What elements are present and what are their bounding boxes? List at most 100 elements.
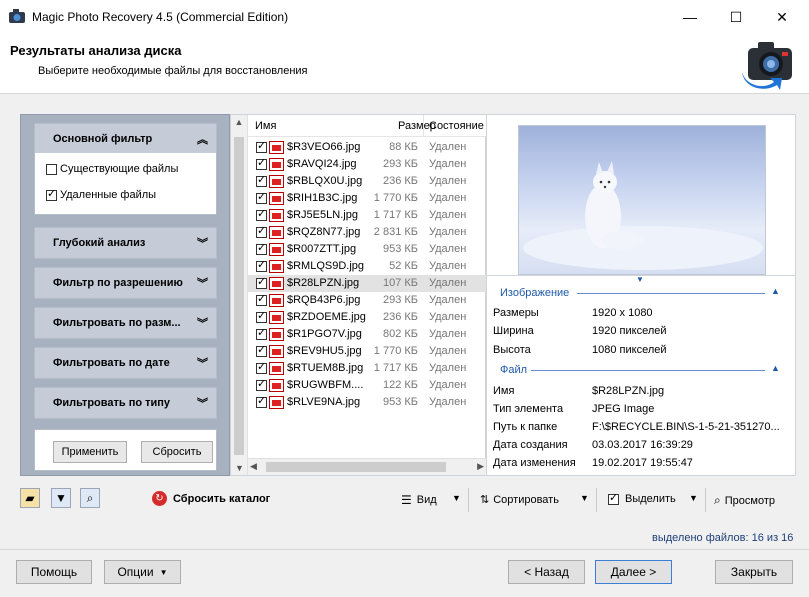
deleted-files-option[interactable]: Удаленные файлы <box>46 188 157 201</box>
existing-files-checkbox[interactable] <box>46 163 57 175</box>
file-size: 953 КБ <box>382 396 418 408</box>
prop-value: 1080 пикселей <box>592 344 667 356</box>
options-label: Опции <box>117 565 154 579</box>
filter-actions: Применить Сбросить <box>34 429 217 471</box>
scroll-down-icon[interactable]: ▼ <box>231 463 248 473</box>
prop-name: Путь к папке <box>493 421 558 433</box>
scroll-right-icon[interactable]: ▶ <box>477 461 484 472</box>
select-label: Выделить <box>625 493 676 505</box>
file-row[interactable]: $RJ5E5LN.jpg 1 717 КБ Удален <box>248 207 486 224</box>
filter-icon[interactable]: ▼ <box>51 488 71 508</box>
file-name: $RMLQS9D.jpg <box>287 260 365 272</box>
reset-filter-button[interactable]: Сбросить <box>141 441 213 463</box>
collapse-up-icon[interactable]: ▲ <box>771 363 780 373</box>
scrollbar-thumb[interactable] <box>266 462 446 472</box>
file-size: 953 КБ <box>382 243 418 255</box>
file-row[interactable]: $RLVE9NA.jpg 953 КБ Удален <box>248 394 486 411</box>
file-checkbox[interactable] <box>256 378 267 391</box>
file-row[interactable]: $RBLQX0U.jpg 236 КБ Удален <box>248 173 486 190</box>
filter-group-deep-analysis[interactable]: Глубокий анализ ︾ <box>34 227 217 259</box>
file-checkbox[interactable] <box>256 293 267 306</box>
options-button[interactable]: Опции ▼ <box>104 560 181 584</box>
file-row[interactable]: $RZDOEME.jpg 236 КБ Удален <box>248 309 486 326</box>
deleted-files-label: Удаленные файлы <box>60 189 157 201</box>
vertical-scrollbar[interactable]: ▲ ▼ <box>231 115 248 475</box>
file-checkbox[interactable] <box>256 276 267 289</box>
camera-app-icon <box>9 9 25 23</box>
file-checkbox[interactable] <box>256 208 267 221</box>
file-checkbox[interactable] <box>256 242 267 255</box>
file-name: $RJ5E5LN.jpg <box>287 209 358 221</box>
view-dropdown-arrow-icon[interactable]: ▼ <box>452 493 461 503</box>
file-row[interactable]: $R1PGO7V.jpg 802 КБ Удален <box>248 326 486 343</box>
scrollbar-thumb[interactable] <box>234 137 244 455</box>
file-size: 236 КБ <box>382 311 418 323</box>
close-button[interactable]: Закрыть <box>715 560 793 584</box>
filter-group-size[interactable]: Фильтровать по разм... ︾ <box>34 307 217 339</box>
file-checkbox[interactable] <box>256 225 267 238</box>
scroll-left-icon[interactable]: ◀ <box>250 461 257 472</box>
splitter-arrow-icon[interactable]: ▼ <box>636 275 644 284</box>
file-row[interactable]: $RIH1B3C.jpg 1 770 КБ Удален <box>248 190 486 207</box>
arctic-fox-image <box>523 161 763 270</box>
file-row[interactable]: $R28LPZN.jpg 107 КБ Удален <box>248 275 486 292</box>
maximize-button[interactable]: ☐ <box>713 0 759 34</box>
select-button[interactable]: Выделить <box>608 492 676 505</box>
file-checkbox[interactable] <box>256 140 267 153</box>
file-checkbox[interactable] <box>256 344 267 357</box>
back-button[interactable]: < Назад <box>508 560 585 584</box>
file-row[interactable]: $RUGWBFM.... 122 КБ Удален <box>248 377 486 394</box>
sort-dropdown-arrow-icon[interactable]: ▼ <box>580 493 589 503</box>
deleted-files-checkbox[interactable] <box>46 188 57 201</box>
scroll-up-icon[interactable]: ▲ <box>231 117 247 127</box>
file-state: Удален <box>429 277 467 289</box>
file-row[interactable]: $RAVQI24.jpg 293 КБ Удален <box>248 156 486 173</box>
file-row[interactable]: $R007ZTT.jpg 953 КБ Удален <box>248 241 486 258</box>
view-button[interactable]: ☰ Вид <box>401 493 437 507</box>
next-button[interactable]: Далее > <box>595 560 672 584</box>
file-checkbox[interactable] <box>256 310 267 323</box>
collapse-up-icon[interactable]: ▲ <box>771 286 780 296</box>
file-size: 122 КБ <box>382 379 418 391</box>
filter-group-resolution[interactable]: Фильтр по разрешению ︾ <box>34 267 217 299</box>
filter-group-type[interactable]: Фильтровать по типу ︾ <box>34 387 217 419</box>
file-checkbox[interactable] <box>256 327 267 340</box>
folder-icon[interactable]: ▰ <box>20 488 40 508</box>
column-state-header[interactable]: Состояние <box>429 120 484 132</box>
file-row[interactable]: $RQB43P6.jpg 293 КБ Удален <box>248 292 486 309</box>
sort-button[interactable]: ⇅ Сортировать <box>480 493 559 507</box>
prop-name: Высота <box>493 344 531 356</box>
minimize-button[interactable]: — <box>667 0 713 34</box>
deleted-image-icon <box>269 379 284 392</box>
existing-files-option[interactable]: Существующие файлы <box>46 163 178 175</box>
select-dropdown-arrow-icon[interactable]: ▼ <box>689 493 698 503</box>
file-size: 2 831 КБ <box>373 226 418 238</box>
help-button[interactable]: Помощь <box>16 560 92 584</box>
file-checkbox[interactable] <box>256 157 267 170</box>
file-row[interactable]: $RMLQS9D.jpg 52 КБ Удален <box>248 258 486 275</box>
file-row[interactable]: $R3VEO66.jpg 88 КБ Удален <box>248 139 486 156</box>
file-state: Удален <box>429 294 467 306</box>
column-name-header[interactable]: Имя <box>255 120 276 132</box>
file-checkbox[interactable] <box>256 395 267 408</box>
file-checkbox[interactable] <box>256 259 267 272</box>
splitter[interactable] <box>487 275 795 276</box>
filter-group-date[interactable]: Фильтровать по дате ︾ <box>34 347 217 379</box>
file-state: Удален <box>429 141 467 153</box>
file-checkbox[interactable] <box>256 361 267 374</box>
deleted-image-icon <box>269 141 284 154</box>
file-row[interactable]: $REV9HU5.jpg 1 770 КБ Удален <box>248 343 486 360</box>
apply-filter-button[interactable]: Применить <box>53 441 127 463</box>
file-row[interactable]: $RTUEM8B.jpg 1 717 КБ Удален <box>248 360 486 377</box>
close-window-button[interactable]: ✕ <box>759 0 805 34</box>
main-filter-header[interactable]: Основной фильтр ︽ <box>34 123 217 155</box>
horizontal-scrollbar[interactable]: ◀ ▶ <box>248 458 486 475</box>
reset-catalog-button[interactable]: ↻ Сбросить каталог <box>152 491 270 506</box>
file-checkbox[interactable] <box>256 174 267 187</box>
file-checkbox[interactable] <box>256 191 267 204</box>
file-size: 293 КБ <box>382 294 418 306</box>
file-state: Удален <box>429 260 467 272</box>
preview-button[interactable]: ⌕ Просмотр <box>714 493 775 508</box>
file-row[interactable]: $RQZ8N77.jpg 2 831 КБ Удален <box>248 224 486 241</box>
search-icon[interactable]: ⌕ <box>80 488 100 508</box>
